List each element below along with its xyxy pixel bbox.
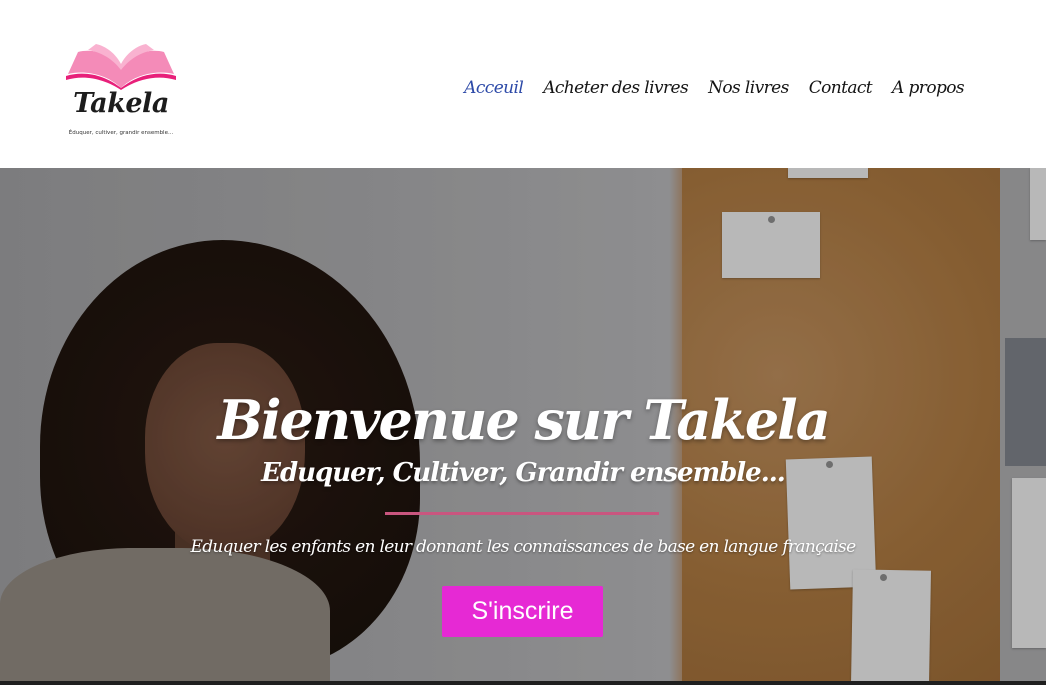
logo-name: Takela xyxy=(73,88,169,119)
nav-item-nos-livres[interactable]: Nos livres xyxy=(708,78,789,98)
main-nav: Acceuil Acheter des livres Nos livres Co… xyxy=(464,78,964,98)
open-book-icon xyxy=(66,44,176,90)
hero-subtitle: Eduquer, Cultiver, Grandir ensemble... xyxy=(261,458,786,488)
hero-title: Bienvenue sur Takela xyxy=(217,388,830,452)
bottom-divider xyxy=(0,681,1046,685)
nav-item-a-propos[interactable]: A propos xyxy=(892,78,965,98)
hero-section: Bienvenue sur Takela Eduquer, Cultiver, … xyxy=(0,168,1046,685)
hero-divider xyxy=(385,512,659,515)
site-header: Takela Éduquer, cultiver, grandir ensemb… xyxy=(0,0,1046,168)
logo[interactable]: Takela Éduquer, cultiver, grandir ensemb… xyxy=(62,44,184,140)
signup-button[interactable]: S'inscrire xyxy=(442,586,603,637)
nav-item-acceuil[interactable]: Acceuil xyxy=(464,78,524,98)
nav-item-acheter-des-livres[interactable]: Acheter des livres xyxy=(543,78,688,98)
nav-item-contact[interactable]: Contact xyxy=(809,78,873,98)
hero-description: Eduquer les enfants en leur donnant les … xyxy=(190,537,857,557)
logo-tagline: Éduquer, cultiver, grandir ensemble... xyxy=(68,130,174,136)
